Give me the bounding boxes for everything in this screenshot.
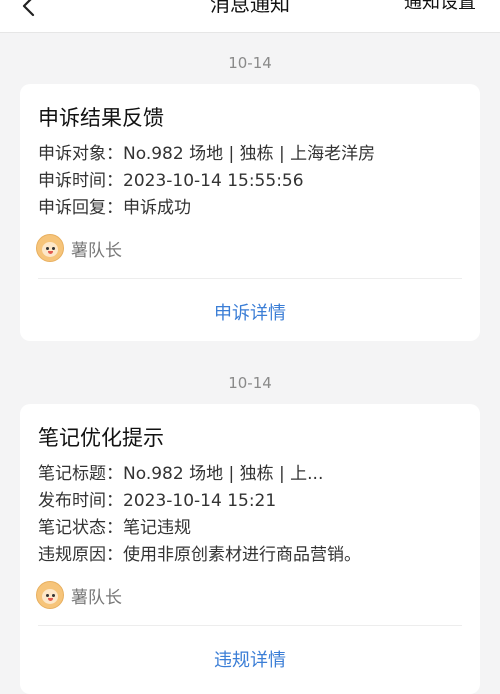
sender-name: 薯队长	[71, 240, 122, 261]
detail-row-violation-reason: 违规原因：使用非原创素材进行商品营销。	[38, 545, 361, 565]
detail-row-publish-time: 发布时间：2023-10-14 15:21	[38, 491, 277, 511]
detail-row-target: 申诉对象：No.982 场地 | 独栋 | 上海老洋房	[38, 144, 376, 164]
sender-info: 薯队长	[36, 234, 122, 262]
sender-name: 薯队长	[71, 587, 122, 608]
detail-row-reply: 申诉回复：申诉成功	[38, 198, 191, 218]
date-separator: 10-14	[228, 374, 272, 392]
date-separator: 10-14	[228, 54, 272, 72]
divider	[38, 625, 462, 626]
divider	[38, 278, 462, 279]
notification-details: 笔记标题：No.982 场地 | 独栋 | 上... 发布时间：2023-10-…	[38, 461, 361, 569]
detail-row-note-status: 笔记状态：笔记违规	[38, 518, 191, 538]
detail-row-note-title: 笔记标题：No.982 场地 | 独栋 | 上...	[38, 464, 324, 484]
back-chevron-icon[interactable]	[18, 0, 42, 18]
top-navigation-bar: 消息通知 通知设置	[0, 0, 500, 33]
appeal-details-link[interactable]: 申诉详情	[20, 299, 480, 325]
notification-title: 笔记优化提示	[38, 426, 164, 450]
notification-settings-button[interactable]: 通知设置	[404, 0, 476, 14]
detail-row-time: 申诉时间：2023-10-14 15:55:56	[38, 171, 304, 191]
sender-info: 薯队长	[36, 581, 122, 609]
notification-title: 申诉结果反馈	[38, 106, 164, 130]
avatar-icon	[36, 581, 64, 609]
notification-card-note-optimization: 笔记优化提示 笔记标题：No.982 场地 | 独栋 | 上... 发布时间：2…	[20, 404, 480, 694]
violation-details-link[interactable]: 违规详情	[20, 646, 480, 672]
avatar-icon	[36, 234, 64, 262]
notification-card-appeal: 申诉结果反馈 申诉对象：No.982 场地 | 独栋 | 上海老洋房 申诉时间：…	[20, 84, 480, 341]
notification-details: 申诉对象：No.982 场地 | 独栋 | 上海老洋房 申诉时间：2023-10…	[38, 141, 375, 222]
